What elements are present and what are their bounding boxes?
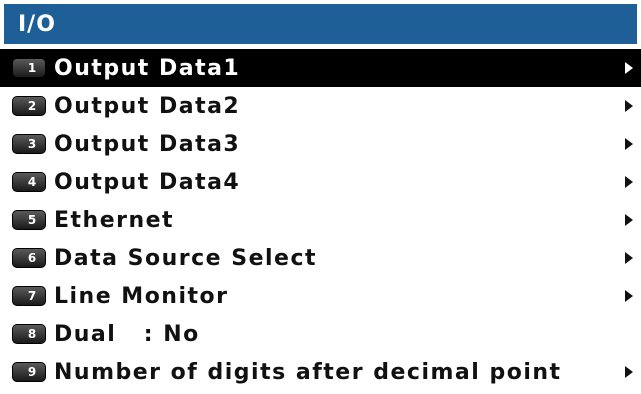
menu-item-label: Output Data1 (54, 55, 241, 81)
menu-item-label: Ethernet (54, 207, 175, 233)
menu-item-label: Output Data3 (54, 131, 241, 157)
io-menu-screen: I/O 1 Output Data1 2 Output Data2 3 Outp… (0, 0, 641, 394)
menu-item-ethernet[interactable]: 5 Ethernet (0, 201, 641, 239)
menu-item-output-data3[interactable]: 3 Output Data3 (0, 125, 641, 163)
number-key-icon: 8 (12, 324, 46, 344)
menu-list: 1 Output Data1 2 Output Data2 3 Output D… (0, 49, 641, 391)
submenu-arrow-icon (625, 138, 633, 150)
menu-title-bar: I/O (4, 4, 637, 44)
number-key-icon: 2 (12, 96, 46, 116)
menu-item-label: Line Monitor (54, 283, 229, 309)
menu-item-label: Output Data2 (54, 93, 241, 119)
submenu-arrow-icon (625, 214, 633, 226)
submenu-arrow-icon (625, 100, 633, 112)
submenu-arrow-icon (625, 366, 633, 378)
number-key-icon: 6 (12, 248, 46, 268)
number-key-icon: 7 (12, 286, 46, 306)
number-key-icon: 3 (12, 134, 46, 154)
menu-item-output-data4[interactable]: 4 Output Data4 (0, 163, 641, 201)
number-key-icon: 9 (12, 362, 46, 382)
menu-item-output-data2[interactable]: 2 Output Data2 (0, 87, 641, 125)
menu-item-label: Output Data4 (54, 169, 241, 195)
menu-item-line-monitor[interactable]: 7 Line Monitor (0, 277, 641, 315)
menu-item-output-data1[interactable]: 1 Output Data1 (0, 49, 641, 87)
number-key-icon: 1 (12, 58, 46, 78)
menu-item-data-source-select[interactable]: 6 Data Source Select (0, 239, 641, 277)
menu-item-dual[interactable]: 8 Dual : No (0, 315, 641, 353)
menu-title: I/O (18, 11, 56, 37)
number-key-icon: 5 (12, 210, 46, 230)
menu-item-label: Data Source Select (54, 245, 318, 271)
submenu-arrow-icon (625, 176, 633, 188)
submenu-arrow-icon (625, 62, 633, 74)
menu-item-decimal-digits[interactable]: 9 Number of digits after decimal point (0, 353, 641, 391)
menu-item-label: Dual : No (54, 321, 200, 347)
menu-item-label: Number of digits after decimal point (54, 359, 562, 385)
submenu-arrow-icon (625, 290, 633, 302)
number-key-icon: 4 (12, 172, 46, 192)
submenu-arrow-icon (625, 252, 633, 264)
